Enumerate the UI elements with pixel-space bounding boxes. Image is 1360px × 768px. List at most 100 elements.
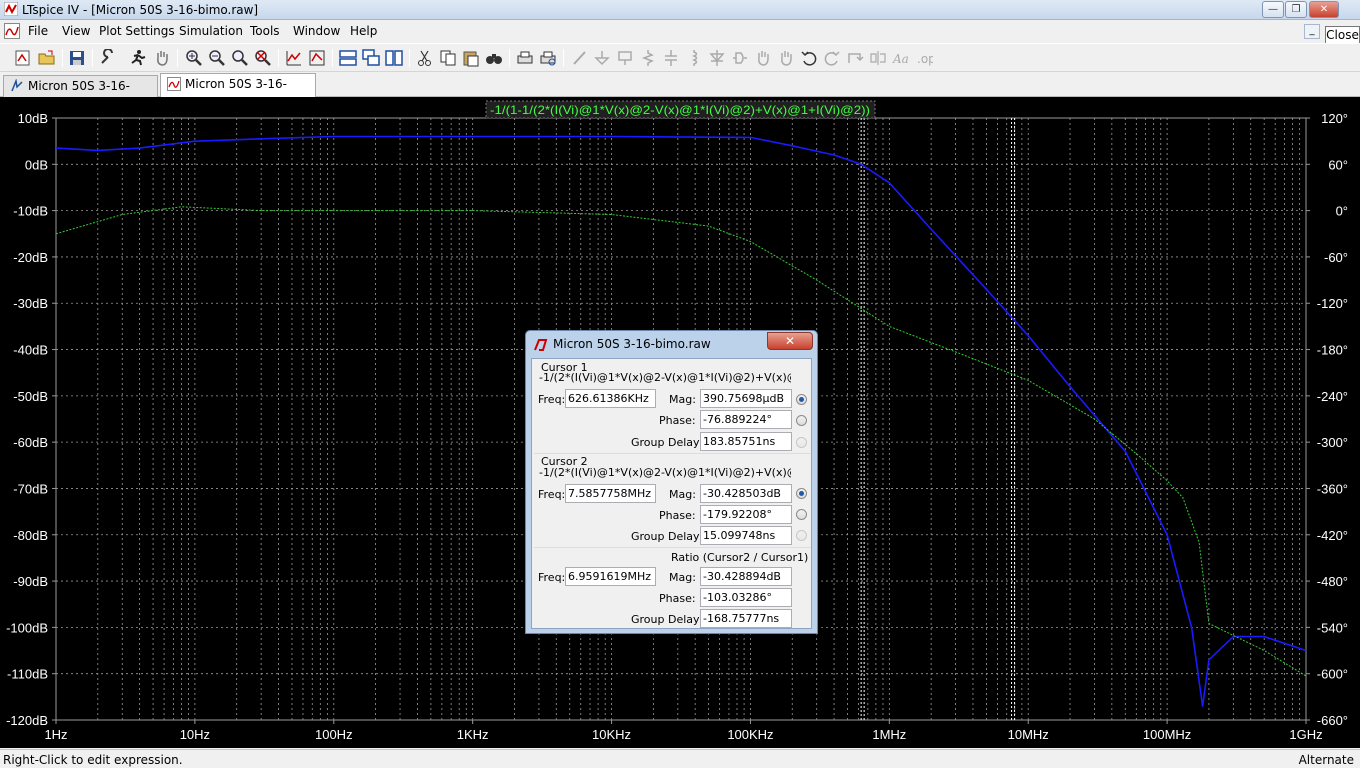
ratio-freq-label: Freq: (538, 571, 566, 584)
find-icon[interactable] (485, 49, 503, 67)
undo-icon[interactable] (800, 49, 818, 67)
open-icon[interactable] (38, 49, 56, 67)
menu-help[interactable]: Help (350, 24, 377, 38)
cursor2-gd-radio[interactable] (796, 530, 807, 541)
cursor2-phase-radio[interactable] (796, 509, 807, 520)
cursor2-mag-field[interactable]: -30.428503dB (700, 484, 792, 503)
cursor2-mag-radio[interactable] (796, 488, 807, 499)
menu-tools[interactable]: Tools (250, 24, 280, 38)
print-icon[interactable] (516, 49, 534, 67)
ratio-phase-field[interactable]: -103.03286° (700, 588, 792, 607)
cursor2-gd-field[interactable]: 15.099748ns (700, 526, 792, 545)
window-minimize-button[interactable]: — (1262, 1, 1284, 18)
component-icon[interactable] (731, 49, 749, 67)
drag-icon[interactable] (777, 49, 795, 67)
resistor-icon[interactable] (639, 49, 657, 67)
cursor2-freq-field[interactable]: 7.5857758MHz (565, 484, 656, 503)
y-left-tick-label: -50dB (13, 389, 48, 404)
x-tick-label: 100MHz (1143, 727, 1191, 742)
y-left-tick-label: -30dB (13, 296, 48, 311)
menu-simulation[interactable]: Simulation (179, 24, 243, 38)
menu-plot-settings[interactable]: Plot Settings (99, 24, 175, 38)
tab-schematic[interactable]: Micron 50S 3-16-bimo.asc (3, 75, 158, 113)
x-tick-label: 1KHz (457, 727, 489, 742)
new-schematic-icon[interactable] (14, 49, 32, 67)
y-left-tick-label: -20dB (13, 250, 48, 265)
toolbar: Aa .op (0, 43, 1360, 72)
x-tick-label: 100Hz (315, 727, 353, 742)
menubar: File View Plot Settings Simulation Tools… (0, 20, 1360, 42)
ltspice-app-icon (4, 2, 18, 16)
move-icon[interactable] (754, 49, 772, 67)
cursor2-expression: -1/(2*(I(Vi)@1*V(x)@2-V(x)@1*I(Vi)@2)+V(… (539, 466, 791, 479)
status-mode: Alternate (1298, 753, 1354, 767)
y-right-tick-label: 120° (1321, 111, 1348, 126)
cursor2-freq-label: Freq: (538, 488, 566, 501)
cursor2-phase-field[interactable]: -179.92208° (700, 505, 792, 524)
y-left-tick-label: -60dB (13, 435, 48, 450)
fit-icon[interactable] (308, 49, 326, 67)
menu-window[interactable]: Window (293, 24, 340, 38)
copy-icon[interactable] (439, 49, 457, 67)
y-right-tick-label: -360° (1317, 481, 1348, 496)
window-close-button[interactable]: ✕ (1309, 1, 1339, 18)
dialog-close-button[interactable]: ✕ (767, 332, 813, 350)
cursor1-phase-radio[interactable] (796, 415, 807, 426)
capacitor-icon[interactable] (662, 49, 680, 67)
cursor1-freq-field[interactable]: 626.61386KHz (565, 389, 656, 408)
waveform-doc-icon[interactable] (4, 23, 20, 39)
ratio-freq-field[interactable]: 6.9591619MHz (565, 567, 656, 586)
control-panel-icon[interactable] (99, 49, 117, 67)
y-left-tick-label: 10dB (18, 111, 48, 126)
y-right-tick-label: -120° (1317, 296, 1348, 311)
ratio-gd-field[interactable]: -168.75777ns (700, 609, 792, 628)
mdi-minimize-button[interactable]: _ (1304, 24, 1320, 39)
ground-icon[interactable] (593, 49, 611, 67)
cursor2-phase-label: Phase: (659, 509, 696, 522)
cursor1-mag-radio[interactable] (796, 394, 807, 405)
waveform-icon (167, 77, 181, 91)
zoom-in-icon[interactable] (185, 49, 203, 67)
autorange-icon[interactable] (285, 49, 303, 67)
y-right-tick-label: -600° (1317, 667, 1348, 682)
window-restore-button[interactable]: ❐ (1285, 1, 1307, 18)
cut-icon[interactable] (416, 49, 434, 67)
menu-file[interactable]: File (28, 24, 48, 38)
cursor1-gd-radio[interactable] (796, 437, 807, 448)
wire-icon[interactable] (571, 49, 589, 67)
label-net-icon[interactable] (616, 49, 634, 67)
y-left-tick-label: -100dB (6, 620, 48, 635)
y-right-tick-label: -240° (1317, 389, 1348, 404)
paste-icon[interactable] (462, 49, 480, 67)
y-right-tick-label: -300° (1317, 435, 1348, 450)
text-icon[interactable]: Aa (892, 49, 910, 67)
mirror-icon[interactable] (869, 49, 887, 67)
spice-directive-icon[interactable]: .op (915, 49, 933, 67)
pan-hand-icon[interactable] (153, 49, 171, 67)
print-preview-icon[interactable] (539, 49, 557, 67)
cascade-icon[interactable] (362, 49, 380, 67)
cursor1-gd-label: Group Delay: (631, 436, 703, 449)
inductor-icon[interactable] (685, 49, 703, 67)
trace-expression[interactable]: -1/(1-1/(2*(I(Vi)@1*V(x)@2-V(x)@1*I(Vi)@… (490, 103, 870, 117)
tab-waveform[interactable]: Micron 50S 3-16-bimo.raw (160, 73, 316, 111)
window-title: LTspice IV - [Micron 50S 3-16-bimo.raw] (22, 3, 259, 17)
redo-icon[interactable] (823, 49, 841, 67)
zoom-full-icon[interactable] (231, 49, 249, 67)
statusbar: Right-Click to edit expression. Alternat… (0, 749, 1360, 768)
rotate-icon[interactable] (846, 49, 864, 67)
zoom-out-icon[interactable] (208, 49, 226, 67)
cursor1-mag-field[interactable]: 390.75698µdB (700, 389, 792, 408)
cursor1-gd-field[interactable]: 183.85751ns (700, 432, 792, 451)
diode-icon[interactable] (708, 49, 726, 67)
zoom-cancel-icon[interactable] (254, 49, 272, 67)
ratio-mag-field[interactable]: -30.428894dB (700, 567, 792, 586)
cursor1-phase-field[interactable]: -76.889224° (700, 410, 792, 429)
run-icon[interactable] (129, 49, 147, 67)
tile-vertical-icon[interactable] (385, 49, 403, 67)
save-icon[interactable] (68, 49, 86, 67)
tile-horizontal-icon[interactable] (339, 49, 357, 67)
y-right-tick-label: -180° (1317, 343, 1348, 358)
menu-view[interactable]: View (62, 24, 90, 38)
lt-logo-icon (534, 339, 548, 351)
